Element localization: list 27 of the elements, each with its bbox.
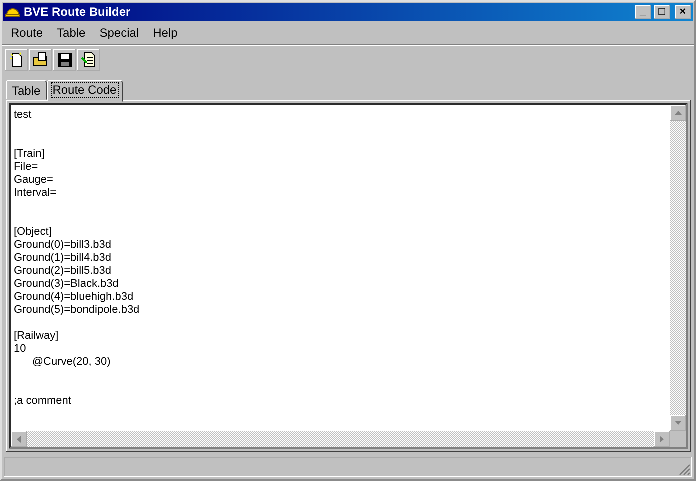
menu-item[interactable]: Route <box>4 24 50 42</box>
toolbar-button[interactable] <box>29 49 52 71</box>
minimize-button[interactable]: _ <box>635 5 651 19</box>
toolbar-button[interactable] <box>77 49 100 71</box>
toolbar-button[interactable] <box>5 49 28 71</box>
down-arrow-icon <box>674 421 682 425</box>
tab[interactable]: Table <box>6 80 47 100</box>
route-code-text: test [Train] File= Gauge= Interval= [Object] Ground(0)=bill3.b3d Ground(1)=bill4.b3d Ground(2)=bill5.b3d Ground(3)=Black.b3d Ground(4)=bluehigh.b3d Ground(5)=bondipole.b3d [Railway] 10 @Curve(20, 30) ;a comment <box>13 108 141 409</box>
up-arrow-icon <box>674 111 682 115</box>
close-button[interactable]: × <box>675 5 691 19</box>
vertical-scrollbar[interactable] <box>670 105 686 431</box>
document-edit-icon <box>80 52 96 68</box>
new-file-icon <box>8 52 24 68</box>
menu-item[interactable]: Table <box>50 24 93 42</box>
horizontal-scrollbar[interactable] <box>11 431 670 447</box>
window-title: BVE Route Builder <box>24 5 132 19</box>
tab[interactable]: Route Code <box>46 80 123 102</box>
left-arrow-icon <box>17 436 21 442</box>
open-folder-icon <box>32 52 48 68</box>
right-arrow-icon <box>660 436 664 442</box>
code-editor[interactable] <box>9 103 688 449</box>
scrollbar-corner <box>670 431 686 447</box>
resize-grip-icon <box>679 464 691 476</box>
toolbar-button[interactable] <box>53 49 76 71</box>
menu-item[interactable]: Special <box>92 24 146 42</box>
menu-item[interactable]: Help <box>146 24 185 42</box>
maximize-button[interactable]: □ <box>654 5 670 19</box>
